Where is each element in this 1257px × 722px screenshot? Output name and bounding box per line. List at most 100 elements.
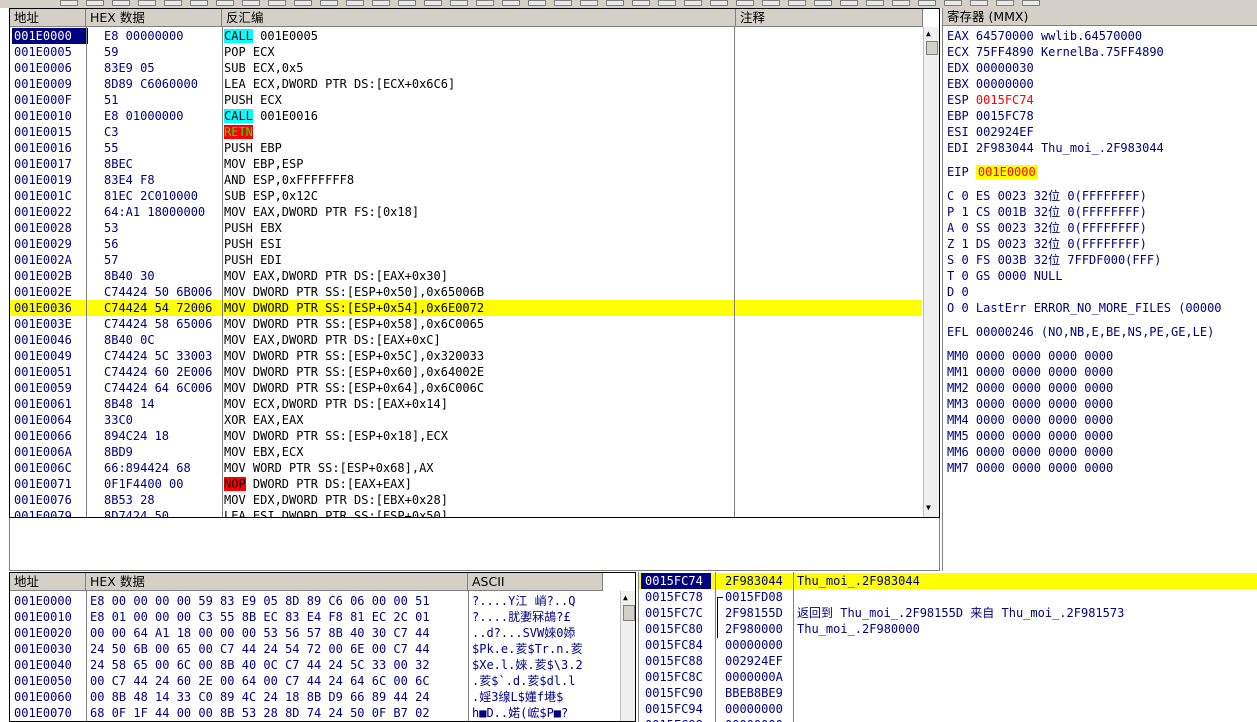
stack-value[interactable]: 00000000	[725, 717, 795, 722]
toolbar-button[interactable]	[60, 0, 78, 6]
toolbar-button[interactable]	[398, 0, 416, 6]
register-esi[interactable]: ESI 002924EF	[947, 124, 1034, 140]
toolbar-button[interactable]	[632, 0, 650, 6]
toolbar-button[interactable]	[866, 0, 884, 6]
mmx-register[interactable]: MM1 0000 0000 0000 0000	[947, 364, 1113, 380]
mmx-register[interactable]: MM3 0000 0000 0000 0000	[947, 396, 1113, 412]
disasm-address[interactable]: 001E0079	[14, 508, 86, 517]
disasm-address[interactable]: 001E003E	[14, 316, 86, 332]
efl-register[interactable]: EFL 00000246 (NO,NB,E,BE,NS,PE,GE,LE)	[947, 324, 1214, 340]
dump-address[interactable]: 001E0040	[14, 657, 86, 673]
disasm-address[interactable]: 001E0036	[14, 300, 86, 316]
stack-row[interactable]: 0015FC94 00000000	[639, 701, 1257, 717]
stack-address[interactable]: 0015FC94	[645, 701, 713, 717]
flag-row[interactable]: T 0 GS 0000 NULL	[947, 268, 1063, 284]
stack-row[interactable]: 0015FC90 BBEB8BE9	[639, 685, 1257, 701]
dump-hex[interactable]: 00 C7 44 24 60 2E 00 64 00 C7 44 24 64 6…	[90, 673, 476, 689]
register-ecx[interactable]: ECX 75FF4890 KernelBa.75FF4890	[947, 44, 1164, 60]
column-header-comment[interactable]: 注释	[736, 9, 923, 27]
flag-row[interactable]: D 0	[947, 284, 969, 300]
dump-ascii[interactable]: ..d?...SVW婡0婖	[472, 625, 612, 641]
scroll-up-icon[interactable]: ▲	[926, 29, 931, 38]
dump-header-address[interactable]: 地址	[10, 573, 86, 591]
register-ebp[interactable]: EBP 0015FC78	[947, 108, 1034, 124]
dump-ascii[interactable]: $Pk.e.荄$Tr.n.荄	[472, 641, 612, 657]
stack-value[interactable]: BBEB8BE9	[725, 685, 795, 701]
disasm-address[interactable]: 001E0029	[14, 236, 86, 252]
disasm-row[interactable]: 001E0036 C74424 54 72006 MOV DWORD PTR SS:…	[10, 300, 922, 316]
disasm-row[interactable]: 001E002A 57 PUSH EDI	[10, 252, 922, 268]
disasm-row[interactable]: 001E0000 E8 00000000 CALL 001E0005	[10, 28, 922, 44]
registers-title[interactable]: 寄存器 (MMX)	[943, 8, 1257, 26]
toolbar-button[interactable]	[840, 0, 858, 6]
dump-hex[interactable]: E8 00 00 00 00 59 83 E9 05 8D 89 C6 06 0…	[90, 593, 476, 609]
disasm-address[interactable]: 001E000F	[14, 92, 86, 108]
disasm-row[interactable]: 001E0066 894C24 18 MOV DWORD PTR SS:[ESP+0…	[10, 428, 922, 444]
register-value[interactable]: 00000000	[976, 77, 1034, 91]
register-esp[interactable]: ESP 0015FC74	[947, 92, 1034, 108]
dump-ascii[interactable]: .婬3缐L$嬞f塂$	[472, 689, 612, 705]
disasm-row[interactable]: 001E000F 51 PUSH ECX	[10, 92, 922, 108]
memory-dump-pane[interactable]: 地址 HEX 数据 ASCII 001E0000 E8 00 00 00 00 5…	[9, 572, 636, 722]
dump-hex[interactable]: 24 50 6B 00 65 00 C7 44 24 54 72 00 6E 0…	[90, 641, 476, 657]
stack-address[interactable]: 0015FC90	[645, 685, 713, 701]
disasm-address[interactable]: 001E0016	[14, 140, 86, 156]
dump-hex[interactable]: 68 0F 1F 44 00 00 8B 53 28 8D 74 24 50 0…	[90, 705, 476, 721]
disasm-row[interactable]: 001E0046 8B40 0C MOV EAX,DWORD PTR DS:[EAX…	[10, 332, 922, 348]
toolbar-button[interactable]	[138, 0, 156, 6]
flag-row[interactable]: A 0 SS 0023 32位 0(FFFFFFFF)	[947, 220, 1147, 236]
dump-header-hex[interactable]: HEX 数据	[86, 573, 468, 591]
column-header-hex[interactable]: HEX 数据	[86, 9, 222, 27]
toolbar-button[interactable]	[710, 0, 728, 6]
disasm-row[interactable]: 001E0079 8D7424 50 LEA ESI,DWORD PTR SS:[E…	[10, 508, 922, 517]
stack-row[interactable]: 0015FC8C 0000000A	[639, 669, 1257, 685]
register-eip[interactable]: EIP 001E0000	[947, 164, 1038, 180]
flag-row[interactable]: Z 1 DS 0023 32位 0(FFFFFFFF)	[947, 236, 1147, 252]
toolbar-button[interactable]	[944, 0, 962, 6]
toolbar-button[interactable]	[814, 0, 832, 6]
register-value[interactable]: 00000030	[976, 61, 1034, 75]
disasm-address[interactable]: 001E0046	[14, 332, 86, 348]
register-edx[interactable]: EDX 00000030	[947, 60, 1034, 76]
toolbar-button[interactable]	[164, 0, 182, 6]
toolbar-button[interactable]	[1022, 0, 1040, 6]
stack-value[interactable]: 00000000	[725, 701, 795, 717]
toolbar-button[interactable]	[996, 0, 1014, 6]
mmx-register[interactable]: MM7 0000 0000 0000 0000	[947, 460, 1113, 476]
dump-address[interactable]: 001E0020	[14, 625, 86, 641]
disasm-row[interactable]: 001E0076 8B53 28 MOV EDX,DWORD PTR DS:[EBX…	[10, 492, 922, 508]
dump-header-ascii[interactable]: ASCII	[468, 573, 603, 591]
stack-row[interactable]: 0015FC84 00000000	[639, 637, 1257, 653]
toolbar-button[interactable]	[762, 0, 780, 6]
toolbar-button[interactable]	[242, 0, 260, 6]
register-value[interactable]: 64570000	[976, 29, 1034, 43]
dump-scrollbar[interactable]: ▲	[620, 591, 635, 721]
disasm-row[interactable]: 001E0005 59 POP ECX	[10, 44, 922, 60]
flag-row[interactable]: P 1 CS 001B 32位 0(FFFFFFFF)	[947, 204, 1147, 220]
register-eax[interactable]: EAX 64570000 wwlib.64570000	[947, 28, 1142, 44]
stack-address[interactable]: 0015FC8C	[645, 669, 713, 685]
disasm-address[interactable]: 001E0049	[14, 348, 86, 364]
disasm-address[interactable]: 001E0006	[14, 60, 86, 76]
flag-row[interactable]: O 0 LastErr ERROR_NO_MORE_FILES (00000	[947, 300, 1222, 316]
scroll-thumb[interactable]	[623, 605, 635, 621]
toolbar-button[interactable]	[970, 0, 988, 6]
register-edi[interactable]: EDI 2F983044 Thu_moi_.2F983044	[947, 140, 1164, 156]
disasm-address[interactable]: 001E0064	[14, 412, 86, 428]
disasm-row[interactable]: 001E0017 8BEC MOV EBP,ESP	[10, 156, 922, 172]
toolbar-button[interactable]	[190, 0, 208, 6]
mmx-register[interactable]: MM5 0000 0000 0000 0000	[947, 428, 1113, 444]
disasm-row[interactable]: 001E0010 E8 01000000 CALL 001E0016	[10, 108, 922, 124]
column-header-disasm[interactable]: 反汇编	[222, 9, 736, 27]
toolbar-button[interactable]	[424, 0, 442, 6]
scroll-up-icon[interactable]: ▲	[623, 593, 628, 602]
toolbar-button[interactable]	[788, 0, 806, 6]
mmx-register[interactable]: MM0 0000 0000 0000 0000	[947, 348, 1113, 364]
disasm-address[interactable]: 001E0061	[14, 396, 86, 412]
disasm-row[interactable]: 001E0049 C74424 5C 33003 MOV DWORD PTR SS:…	[10, 348, 922, 364]
toolbar-button[interactable]	[216, 0, 234, 6]
toolbar-button[interactable]	[86, 0, 104, 6]
stack-row[interactable]: 0015FC78 0015FD08	[639, 589, 1257, 638]
disasm-address[interactable]: 001E002E	[14, 284, 86, 300]
disasm-row[interactable]: 001E002B 8B40 30 MOV EAX,DWORD PTR DS:[EAX…	[10, 268, 922, 284]
